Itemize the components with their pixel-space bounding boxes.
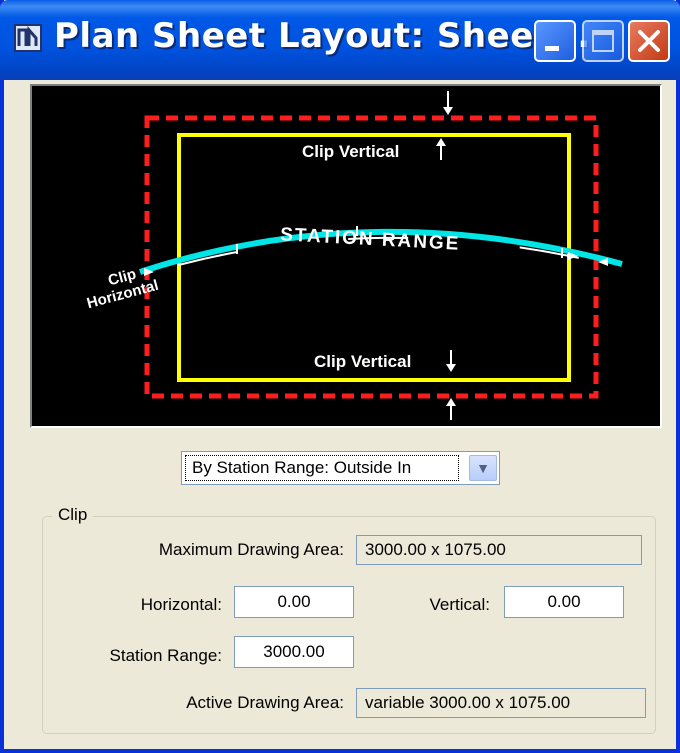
horizontal-input[interactable]: 0.00: [234, 586, 354, 618]
active-drawing-area-label: Active Drawing Area:: [186, 693, 344, 712]
horizontal-label: Horizontal:: [140, 595, 222, 614]
vertical-input[interactable]: 0.00: [504, 586, 624, 618]
active-drawing-area-value: variable 3000.00 x 1075.00: [356, 688, 646, 718]
close-button[interactable]: [628, 20, 670, 62]
title-bar[interactable]: Plan Sheet Layout: Sheet...: [0, 0, 680, 80]
clip-vertical-bottom-label: Clip Vertical: [314, 352, 412, 371]
minimize-icon: [545, 46, 559, 51]
arrow-down-icon: [443, 107, 453, 115]
window-title: Plan Sheet Layout: Sheet...: [54, 16, 591, 56]
clip-preview-diagram: Clip Vertical Clip Vertical STATION RANG…: [30, 84, 662, 428]
maximize-button[interactable]: [582, 20, 624, 62]
clip-preview-graphic: [139, 91, 623, 420]
clip-mode-dropdown[interactable]: By Station Range: Outside In ▼: [181, 451, 500, 485]
arrow-down-icon: [446, 364, 456, 372]
max-drawing-area-value: 3000.00 x 1075.00: [356, 535, 642, 565]
max-drawing-area-label: Maximum Drawing Area:: [158, 540, 344, 559]
arrow-up-icon: [436, 138, 446, 146]
plan-sheet-layout-window: Plan Sheet Layout: Sheet... Clip Vertica…: [0, 0, 680, 753]
plan-sheet-app-icon: [14, 24, 42, 52]
station-range-input[interactable]: 3000.00: [234, 636, 354, 668]
maximize-icon: [592, 30, 614, 52]
chevron-down-icon[interactable]: ▼: [469, 455, 497, 481]
close-icon: [638, 30, 660, 52]
clip-group-title: Clip: [52, 505, 94, 525]
clip-vertical-top-label: Clip Vertical: [302, 142, 400, 161]
clip-mode-selected-value: By Station Range: Outside In: [185, 455, 459, 481]
sheet-inner-boundary: [177, 133, 571, 382]
arrow-up-icon: [446, 398, 456, 406]
station-range-field-label: Station Range:: [109, 646, 222, 665]
vertical-label: Vertical:: [429, 595, 490, 614]
minimize-button[interactable]: [534, 20, 576, 62]
